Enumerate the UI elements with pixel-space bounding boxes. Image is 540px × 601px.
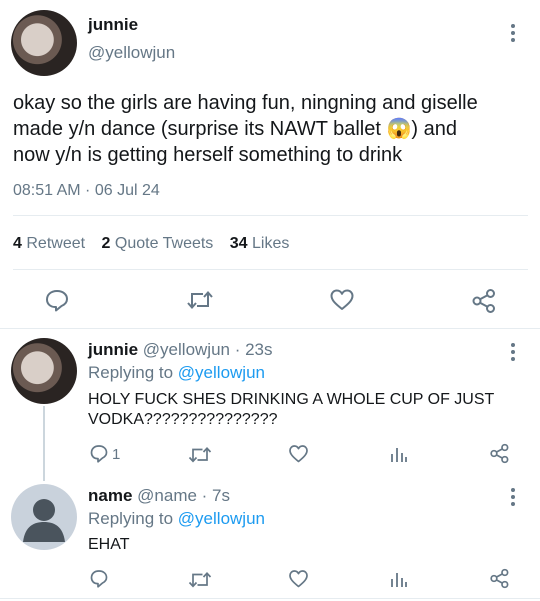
quote-label: Quote Tweets bbox=[114, 235, 214, 252]
thread-line bbox=[43, 406, 45, 481]
quote-stat[interactable]: 2 Quote Tweets bbox=[102, 235, 214, 252]
reply-header: name @name · 7s bbox=[88, 486, 230, 506]
divider bbox=[13, 215, 528, 216]
reply-icon[interactable] bbox=[89, 569, 109, 589]
reply-meta[interactable]: @yellowjun · 23s bbox=[143, 340, 273, 359]
replying-to-handle[interactable]: @yellowjun bbox=[178, 363, 265, 382]
author-display-name[interactable]: junnie bbox=[88, 15, 138, 35]
replying-to-handle[interactable]: @yellowjun bbox=[178, 509, 265, 528]
likes-label: Likes bbox=[252, 235, 290, 252]
share-icon[interactable] bbox=[489, 443, 510, 464]
tweet-stats: 4 Retweet 2 Quote Tweets 34 Likes bbox=[13, 235, 289, 253]
reply-text: EHAT bbox=[88, 536, 130, 553]
more-options-icon[interactable] bbox=[511, 24, 515, 45]
divider bbox=[0, 328, 540, 329]
avatar[interactable] bbox=[11, 484, 77, 550]
retweet-icon[interactable] bbox=[186, 289, 214, 311]
more-options-icon[interactable] bbox=[511, 343, 515, 364]
retweet-icon[interactable] bbox=[188, 445, 212, 464]
tweet-timestamp[interactable]: 08:51 AM · 06 Jul 24 bbox=[13, 182, 160, 200]
like-icon[interactable] bbox=[329, 288, 355, 312]
divider bbox=[0, 598, 540, 599]
reply-text-line: HOLY FUCK SHES DRINKING A WHOLE CUP OF J… bbox=[88, 391, 495, 408]
share-icon[interactable] bbox=[471, 288, 497, 314]
avatar[interactable] bbox=[11, 10, 77, 76]
reply-icon[interactable] bbox=[89, 444, 109, 464]
tweet-text-line: now y/n is getting herself something to … bbox=[13, 144, 403, 166]
reply-header: junnie @yellowjun · 23s bbox=[88, 340, 273, 360]
retweet-count: 4 bbox=[13, 235, 22, 252]
analytics-icon[interactable] bbox=[390, 570, 408, 588]
retweet-label: Retweet bbox=[26, 235, 86, 252]
analytics-icon[interactable] bbox=[390, 445, 408, 463]
scream-emoji: 😱 bbox=[386, 118, 412, 140]
more-options-icon[interactable] bbox=[511, 488, 515, 509]
default-avatar-icon bbox=[23, 499, 65, 542]
replying-to-label: Replying to bbox=[88, 509, 174, 528]
divider bbox=[13, 269, 528, 270]
reply-icon[interactable] bbox=[44, 288, 70, 312]
replying-to-line: Replying to @yellowjun bbox=[88, 363, 265, 383]
replying-to-line: Replying to @yellowjun bbox=[88, 509, 265, 529]
tweet-text-line: okay so the girls are having fun, ningni… bbox=[13, 92, 478, 114]
likes-count: 34 bbox=[229, 235, 248, 252]
avatar[interactable] bbox=[11, 338, 77, 404]
retweet-icon[interactable] bbox=[188, 570, 212, 589]
quote-count: 2 bbox=[101, 235, 111, 252]
reply-text: HOLY FUCK SHES DRINKING A WHOLE CUP OF J… bbox=[88, 390, 494, 430]
reply-display-name[interactable]: name bbox=[88, 486, 132, 505]
reply-text-line: VODKA??????????????? bbox=[88, 411, 278, 428]
likes-stat[interactable]: 34 Likes bbox=[230, 235, 290, 252]
tweet-text-segment: made y/n dance (surprise its NAWT ballet bbox=[13, 118, 381, 140]
like-icon[interactable] bbox=[288, 444, 309, 464]
reply-meta[interactable]: @name · 7s bbox=[137, 486, 230, 505]
replying-to-label: Replying to bbox=[88, 363, 174, 382]
tweet-text: okay so the girls are having fun, ningni… bbox=[13, 90, 538, 168]
reply-count: 1 bbox=[112, 446, 121, 463]
tweet-text-line: made y/n dance (surprise its NAWT ballet… bbox=[13, 116, 538, 142]
author-handle[interactable]: @yellowjun bbox=[88, 43, 175, 63]
like-icon[interactable] bbox=[288, 569, 309, 589]
tweet-text-segment: ) and bbox=[411, 118, 457, 140]
share-icon[interactable] bbox=[489, 568, 510, 589]
reply-display-name[interactable]: junnie bbox=[88, 340, 138, 359]
retweet-stat[interactable]: 4 Retweet bbox=[13, 235, 85, 252]
